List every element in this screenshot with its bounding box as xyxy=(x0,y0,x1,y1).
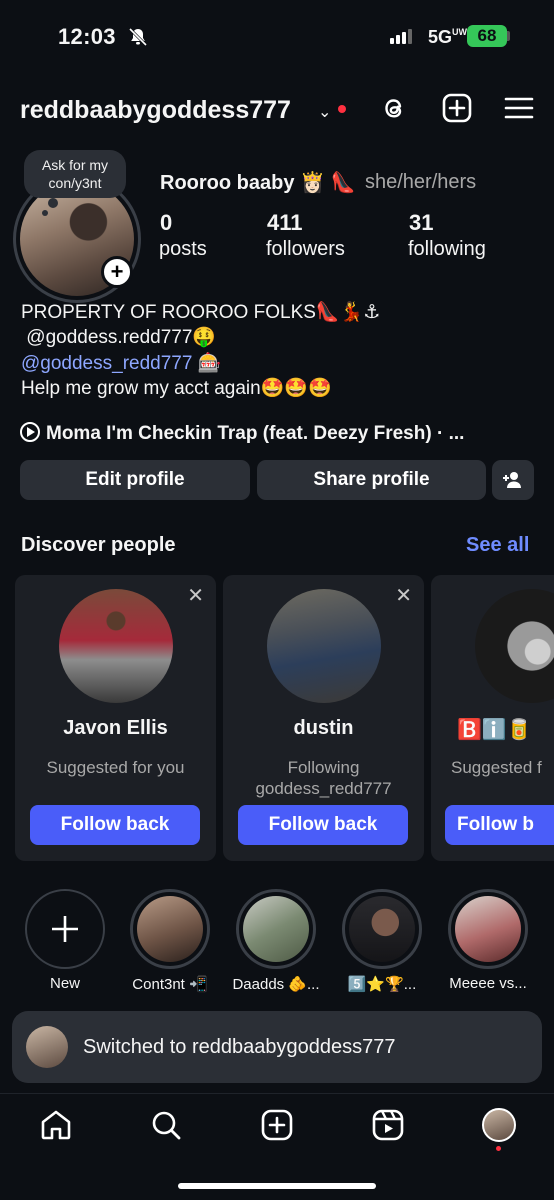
bio-link[interactable]: @goddess_redd777 🎰 xyxy=(21,351,221,377)
display-name: Rooroo baaby 👸🏻 👠 xyxy=(160,172,356,194)
suggestion-avatar[interactable] xyxy=(267,589,381,703)
signal-icon xyxy=(390,29,414,49)
play-icon xyxy=(20,422,40,442)
follow-back-button[interactable]: Follow b xyxy=(445,805,554,845)
discover-people-button[interactable] xyxy=(492,460,534,500)
profile-music[interactable]: Moma I'm Checkin Trap (feat. Deezy Fresh… xyxy=(20,422,464,445)
bio-line: Help me grow my acct again🤩🤩🤩 xyxy=(21,378,332,399)
status-time: 12:03 xyxy=(58,24,116,49)
home-icon[interactable] xyxy=(39,1108,73,1142)
edit-profile-button[interactable]: Edit profile xyxy=(20,460,250,500)
following-label[interactable]: following xyxy=(408,238,486,261)
account-switcher-username[interactable]: reddbaabygoddess777 xyxy=(20,96,291,125)
highlight-label: Meeee vs... xyxy=(449,975,527,992)
profile-tab-avatar[interactable] xyxy=(482,1108,516,1142)
highlight-item[interactable] xyxy=(448,889,528,969)
search-icon[interactable] xyxy=(149,1108,183,1142)
chevron-down-icon[interactable]: ⌄ xyxy=(318,102,331,122)
notification-dot xyxy=(338,105,346,113)
suggestion-avatar[interactable] xyxy=(475,589,554,703)
threads-icon[interactable] xyxy=(378,92,410,124)
toast-message: Switched to reddbaabygoddess777 xyxy=(83,1036,396,1058)
suggestion-card: 🅱️ℹ️🥫 Suggested f Follow b xyxy=(431,575,554,861)
close-icon[interactable]: ✕ xyxy=(187,583,204,608)
highlight-cover xyxy=(137,896,203,962)
suggestion-card: ✕ Javon Ellis Suggested for you Follow b… xyxy=(15,575,216,861)
reels-icon[interactable] xyxy=(371,1108,405,1142)
follow-back-button[interactable]: Follow back xyxy=(30,805,200,845)
highlight-label: Cont3nt 📲 xyxy=(132,976,208,993)
battery-tip xyxy=(507,31,510,41)
highlight-label: Daadds 🫵... xyxy=(232,976,320,993)
suggestion-reason: Suggested for you xyxy=(46,758,185,777)
network-label: 5GUW xyxy=(428,27,468,47)
bell-muted-icon xyxy=(128,27,148,47)
highlight-cover xyxy=(455,896,521,962)
suggestion-name[interactable]: Javon Ellis xyxy=(15,717,216,740)
profile-note[interactable]: Ask for my con/y3nt xyxy=(24,150,126,198)
create-post-icon[interactable] xyxy=(441,92,473,124)
followers-label[interactable]: followers xyxy=(266,238,345,261)
toast-avatar xyxy=(26,1026,68,1068)
notification-dot xyxy=(496,1146,501,1151)
bio-mention[interactable]: @goddess.redd777🤑 xyxy=(21,325,216,351)
highlight-label: 5️⃣⭐🏆... xyxy=(347,976,417,993)
add-person-icon xyxy=(503,472,521,488)
highlight-label: New xyxy=(49,975,80,992)
followers-count[interactable]: 411 xyxy=(267,210,303,236)
bio-line: PROPERTY OF ROOROO FOLKS👠💃⚓ xyxy=(21,302,381,323)
suggestion-avatar[interactable] xyxy=(59,589,173,703)
highlight-cover xyxy=(349,896,415,962)
suggestion-name[interactable]: 🅱️ℹ️🥫 xyxy=(457,717,532,742)
battery-level: 68 xyxy=(467,25,507,47)
suggestion-name[interactable]: dustin xyxy=(223,717,424,740)
following-count[interactable]: 31 xyxy=(409,210,433,236)
home-indicator[interactable] xyxy=(178,1183,376,1189)
highlight-item[interactable] xyxy=(236,889,316,969)
suggestion-card: ✕ dustin Following goddess_redd777 Follo… xyxy=(223,575,424,861)
close-icon[interactable]: ✕ xyxy=(395,583,412,608)
posts-count[interactable]: 0 xyxy=(160,210,172,236)
pronouns: she/her/hers xyxy=(365,171,477,193)
note-bubble-tail xyxy=(48,198,58,208)
plus-icon xyxy=(52,916,78,942)
menu-icon[interactable] xyxy=(503,92,535,124)
posts-label[interactable]: posts xyxy=(159,238,207,261)
note-bubble-tail xyxy=(42,210,48,216)
suggestion-reason: Suggested f xyxy=(451,758,542,777)
highlight-item[interactable] xyxy=(130,889,210,969)
create-icon[interactable] xyxy=(260,1108,294,1142)
highlight-item[interactable] xyxy=(342,889,422,969)
suggestion-reason: Following goddess_redd777 xyxy=(255,758,392,798)
new-highlight-button[interactable] xyxy=(25,889,105,969)
see-all-link[interactable]: See all xyxy=(466,534,529,557)
share-profile-button[interactable]: Share profile xyxy=(257,460,486,500)
follow-back-button[interactable]: Follow back xyxy=(238,805,408,845)
account-switched-toast: Switched to reddbaabygoddess777 xyxy=(12,1011,542,1083)
music-title: Moma I'm Checkin Trap (feat. Deezy Fresh… xyxy=(46,423,465,444)
highlight-cover xyxy=(243,896,309,962)
discover-title: Discover people xyxy=(21,534,176,556)
add-story-icon[interactable]: + xyxy=(101,256,133,288)
